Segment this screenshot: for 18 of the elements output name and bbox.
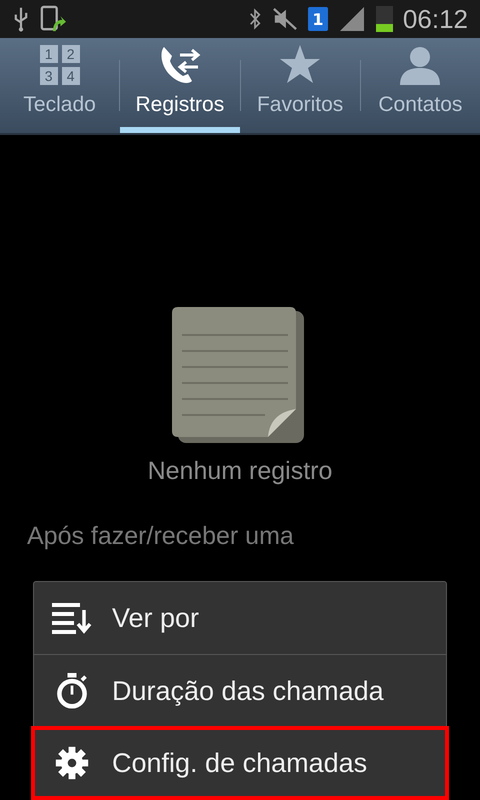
sort-icon [52, 602, 92, 634]
menu-item[interactable]: Config. de chamadas [32, 727, 448, 799]
empty-title: Nenhum registro [148, 457, 332, 486]
tab[interactable]: Contatos [360, 38, 480, 133]
menu-item[interactable]: Duração das chamada [34, 655, 446, 727]
bluetooth-icon [248, 7, 262, 31]
signal-icon [338, 5, 366, 33]
usb-icon [12, 6, 30, 32]
tab[interactable]: Favoritos [240, 38, 360, 133]
sim-icon: 1 [308, 7, 328, 31]
tab[interactable]: 1 2 3 4 Teclado [0, 38, 120, 133]
empty-description: Após fazer/receber uma [27, 522, 294, 551]
clock: 06:12 [402, 4, 468, 34]
tab[interactable]: Registros [120, 38, 240, 133]
battery-icon [376, 6, 393, 32]
menu-item[interactable]: Ver por [34, 582, 446, 654]
phone-sync-icon [40, 5, 66, 33]
mute-icon [272, 7, 298, 31]
